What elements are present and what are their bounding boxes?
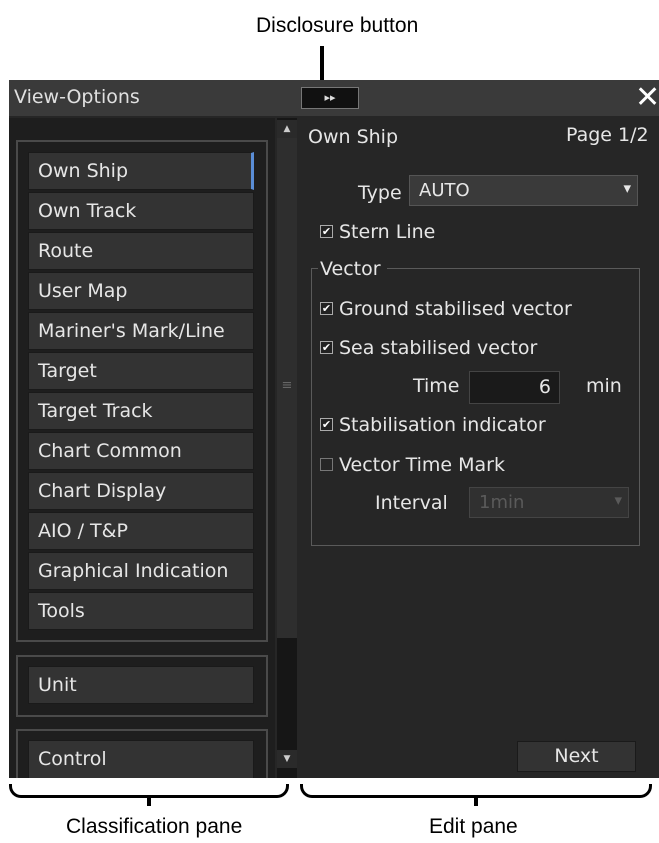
edit-pane-heading: Own Ship [308,126,399,148]
stabilisation-indicator-label: Stabilisation indicator [339,414,546,436]
classification-item[interactable]: Target [28,352,254,390]
stern-line-checkbox[interactable]: ✔ [320,225,333,238]
time-value: 6 [538,376,551,398]
sea-vector-checkbox[interactable]: ✔ [320,341,333,354]
chevron-down-icon: ▾ [614,491,622,509]
type-label: Type [358,182,402,204]
classification-pane-caption: Classification pane [66,815,243,838]
page-indicator: Page 1/2 [566,124,649,146]
classification-item[interactable]: Own Ship [28,152,254,190]
disclosure-button-caption: Disclosure button [256,14,419,37]
stern-line-label: Stern Line [339,221,436,243]
time-label: Time [413,375,460,397]
interval-value: 1min [479,492,525,513]
ground-vector-label: Ground stabilised vector [339,298,572,320]
ground-vector-checkbox[interactable]: ✔ [320,302,333,315]
chevron-down-icon: ▾ [623,179,631,197]
stabilisation-indicator-checkbox[interactable]: ✔ [320,418,333,431]
disclosure-button[interactable]: ▸▸ [301,87,359,109]
unit-button[interactable]: Unit [28,666,254,704]
vector-time-mark-label: Vector Time Mark [339,454,505,476]
type-dropdown[interactable]: AUTO ▾ [409,175,638,206]
interval-dropdown: 1min ▾ [469,487,629,518]
edit-pane-caption: Edit pane [429,815,518,838]
classification-item[interactable]: Mariner's Mark/Line [28,312,254,350]
close-icon[interactable]: ✕ [635,82,659,114]
vector-time-mark-checkbox[interactable] [320,458,333,471]
scroll-down-icon[interactable]: ▼ [277,750,297,768]
classification-item[interactable]: Target Track [28,392,254,430]
time-input[interactable]: 6 [469,371,560,404]
next-button[interactable]: Next [517,741,636,772]
classification-item[interactable]: Graphical Indication [28,552,254,590]
classification-item[interactable]: Route [28,232,254,270]
classification-item[interactable]: Own Track [28,192,254,230]
classification-bracket-tip [147,796,151,806]
scrollbar-grip-icon: ≡ [281,378,293,393]
control-button[interactable]: Control [28,740,254,778]
classification-item[interactable]: User Map [28,272,254,310]
window-title: View-Options [14,86,140,108]
classification-item[interactable]: AIO / T&P [28,512,254,550]
vector-group-label: Vector [318,258,387,280]
classification-item[interactable]: Chart Common [28,432,254,470]
interval-label: Interval [375,492,448,514]
time-unit: min [586,375,622,397]
classification-item[interactable]: Chart Display [28,472,254,510]
classification-item[interactable]: Tools [28,592,254,630]
edit-bracket-tip [474,796,478,806]
sea-vector-label: Sea stabilised vector [339,337,538,359]
type-value: AUTO [419,180,470,201]
scroll-up-icon[interactable]: ▲ [277,120,297,138]
